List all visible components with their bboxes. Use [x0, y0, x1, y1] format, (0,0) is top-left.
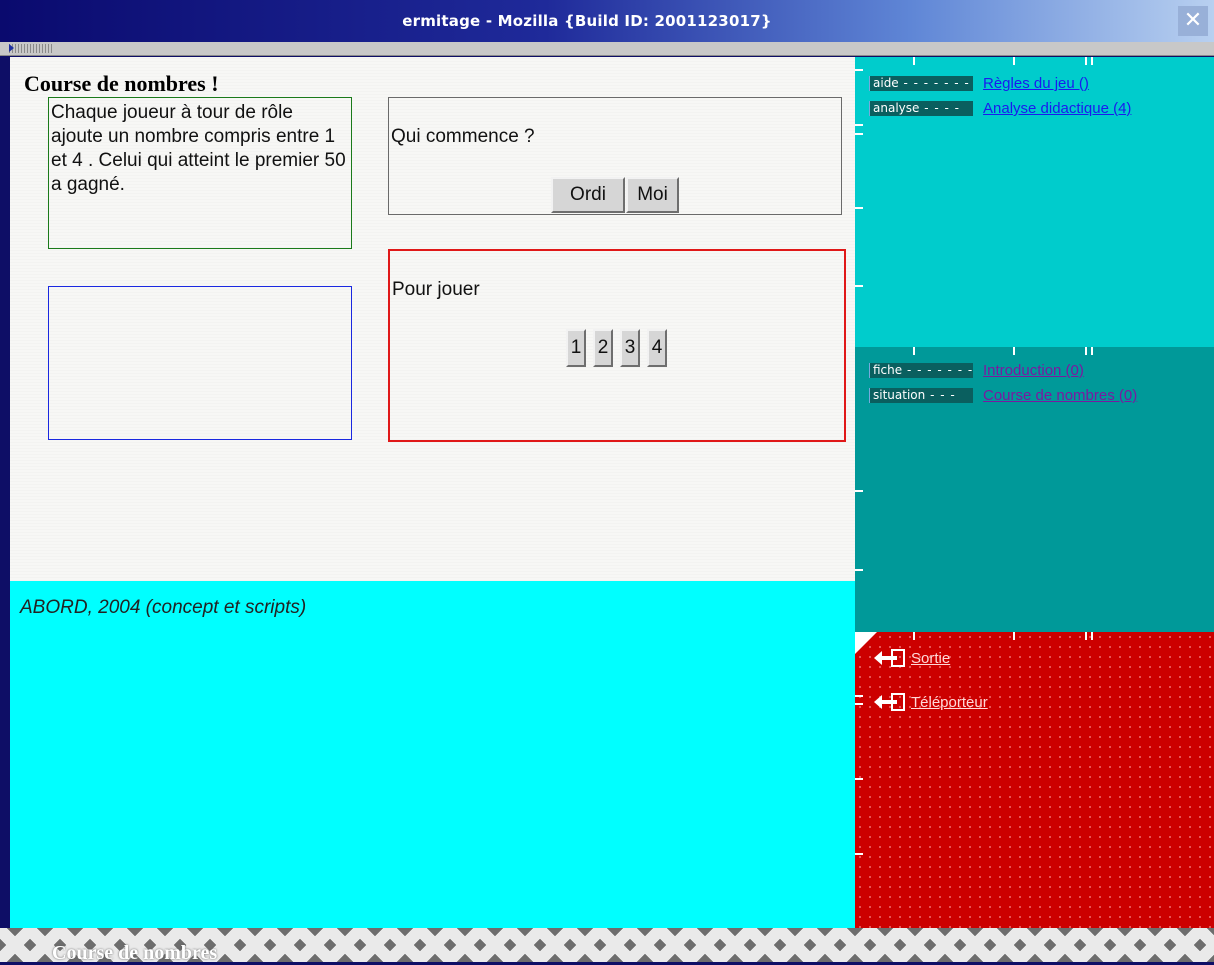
- tab-label: aide: [873, 76, 899, 90]
- ruler-tick: [855, 207, 863, 209]
- play-box: Pour jouer 1 2 3 4: [388, 249, 846, 442]
- ruler-tick: [1085, 632, 1087, 640]
- navigation-panel: fiche - - - - - - - Introduction (0) sit…: [855, 347, 1214, 632]
- tab-dots: - - -: [925, 388, 956, 402]
- ruler-tick: [855, 124, 863, 126]
- ruler-tick: [1091, 347, 1093, 355]
- ruler-tick: [855, 569, 863, 571]
- ruler-tick: [1091, 632, 1093, 640]
- tab-situation[interactable]: situation - - -: [869, 388, 973, 403]
- ruler-tick: [1013, 632, 1015, 640]
- tab-dots: - - - - - - -: [902, 363, 973, 377]
- link-introduction[interactable]: Introduction (0): [983, 362, 1084, 379]
- sortie-link[interactable]: Sortie: [911, 650, 950, 667]
- tab-label: situation: [873, 388, 926, 402]
- window-title: ermitage - Mozilla {Build ID: 2001123017…: [402, 12, 772, 30]
- ruler-tick: [855, 133, 863, 135]
- who-starts-label: Qui commence ?: [391, 126, 535, 147]
- ruler-tick: [855, 69, 863, 71]
- ordi-button[interactable]: Ordi: [551, 177, 625, 213]
- tab-aide[interactable]: aide - - - - - - -: [869, 76, 973, 91]
- ruler-tick: [1013, 347, 1015, 355]
- link-regles-du-jeu[interactable]: Règles du jeu (): [983, 75, 1089, 92]
- main-content: Course de nombres ! Chaque joueur à tour…: [10, 57, 855, 581]
- bottom-banner: Course de nombres: [0, 928, 1214, 964]
- number-button-2[interactable]: 2: [593, 329, 613, 367]
- ruler-tick: [855, 853, 863, 855]
- tab-analyse[interactable]: analyse - - - -: [869, 101, 973, 116]
- tab-label: analyse: [873, 101, 920, 115]
- grippy-handle-icon[interactable]: [9, 44, 53, 53]
- ruler-tick: [1085, 347, 1087, 355]
- ruler-tick: [1091, 57, 1093, 65]
- who-starts-box: Qui commence ? Ordi Moi: [388, 97, 842, 215]
- toolbar-grippy[interactable]: [0, 42, 1214, 56]
- exit-panel: Sortie Téléporteur: [855, 632, 1214, 928]
- ruler-tick: [855, 490, 863, 492]
- ruler-tick: [913, 632, 915, 640]
- ruler-tick: [1085, 57, 1087, 65]
- help-panel: aide - - - - - - - Règles du jeu () anal…: [855, 57, 1214, 347]
- credit-text: ABORD, 2004 (concept et scripts): [20, 597, 307, 618]
- close-icon[interactable]: ✕: [1178, 6, 1208, 36]
- tab-dots: - - - -: [919, 101, 960, 115]
- ruler-tick: [855, 695, 863, 697]
- teleporteur-link[interactable]: Téléporteur: [911, 694, 988, 711]
- window-titlebar: ermitage - Mozilla {Build ID: 2001123017…: [0, 0, 1214, 42]
- rules-box: Chaque joueur à tour de rôle ajoute un n…: [48, 97, 352, 249]
- ruler-tick: [1013, 57, 1015, 65]
- tab-dots: - - - - - - -: [898, 76, 970, 90]
- tab-label: fiche: [873, 363, 903, 377]
- teleport-arrow-icon: [874, 693, 905, 711]
- exit-arrow-icon: [874, 649, 905, 667]
- moi-button[interactable]: Moi: [626, 177, 679, 213]
- ruler-tick: [855, 285, 863, 287]
- number-button-4[interactable]: 4: [647, 329, 667, 367]
- tab-fiche[interactable]: fiche - - - - - - -: [869, 363, 973, 378]
- score-box: [48, 286, 352, 440]
- link-course-de-nombres[interactable]: Course de nombres (0): [983, 387, 1137, 404]
- ruler-tick: [913, 57, 915, 65]
- number-button-1[interactable]: 1: [566, 329, 586, 367]
- number-button-3[interactable]: 3: [620, 329, 640, 367]
- ruler-tick: [855, 778, 863, 780]
- play-label: Pour jouer: [392, 279, 480, 300]
- ruler-tick: [913, 347, 915, 355]
- ruler-tick: [855, 703, 863, 705]
- credits-area: ABORD, 2004 (concept et scripts): [10, 581, 855, 928]
- link-analyse-didactique[interactable]: Analyse didactique (4): [983, 100, 1131, 117]
- page-title: Course de nombres !: [24, 71, 219, 96]
- rules-text: Chaque joueur à tour de rôle ajoute un n…: [51, 102, 346, 195]
